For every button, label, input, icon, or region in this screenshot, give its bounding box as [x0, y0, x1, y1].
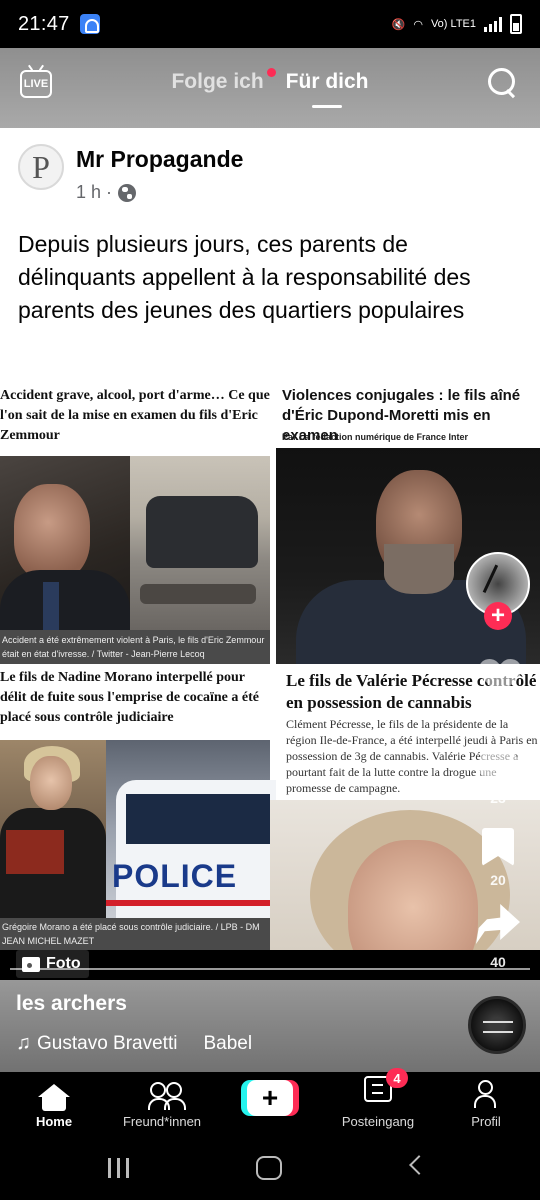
nav-friends-label: Freund*innen [122, 1114, 202, 1129]
system-home-icon[interactable] [256, 1156, 282, 1180]
nav-profile-label: Profil [471, 1114, 501, 1129]
byline-france-inter: Par La rédaction numérique de France Int… [282, 432, 469, 442]
music-note-icon: ♫ [16, 1032, 31, 1054]
post-meta: 1 h · [76, 182, 137, 203]
nav-home[interactable]: Home [0, 1080, 108, 1129]
signal-icon [484, 16, 502, 32]
headline-morano: Le fils de Nadine Morano interpellé pour… [0, 670, 259, 725]
photo-zemmour [0, 456, 130, 630]
plus-icon: + [247, 1080, 293, 1116]
author-name[interactable]: les archers [16, 992, 127, 1016]
nav-profile[interactable]: Profil [432, 1080, 540, 1129]
save-count: 20 [490, 872, 506, 888]
nav-inbox[interactable]: Posteingang [324, 1080, 432, 1129]
nav-inbox-label: Posteingang [341, 1114, 415, 1129]
photo-morano [0, 740, 106, 918]
feed-tabs: Folge ich Für dich [0, 68, 540, 108]
comment-count: 23 [490, 790, 506, 806]
photo-chip-label: Foto [46, 955, 81, 972]
status-time: 21:47 [18, 12, 70, 35]
news-collage: Accident grave, alcool, port d'arme… Ce … [0, 376, 540, 950]
caption-zemmour: Accident a été extrêmement violent à Par… [0, 630, 270, 664]
mute-icon: 🔇 [391, 18, 406, 31]
tab-for-you[interactable]: Für dich [286, 70, 369, 108]
music-title: Babel [203, 1032, 253, 1054]
post-card: P Mr Propagande 1 h · Depuis plusieurs j… [0, 128, 540, 376]
heart-icon[interactable] [480, 660, 520, 696]
photo-car-accident [130, 456, 270, 630]
search-icon[interactable] [488, 68, 518, 98]
page-name: Mr Propagande [76, 146, 244, 172]
police-text: POLICE [112, 858, 238, 894]
post-time: 1 h · [76, 182, 113, 202]
tab-following[interactable]: Folge ich [171, 68, 276, 94]
nav-home-label: Home [35, 1114, 73, 1129]
network-label: Vo) LTE1 [430, 18, 476, 30]
post-text: Depuis plusieurs jours, ces parents de d… [18, 231, 471, 323]
caption-morano: Grégoire Morano a été placé sous contrôl… [0, 918, 270, 950]
notification-app-icon [79, 14, 100, 34]
recents-icon[interactable] [108, 1158, 132, 1178]
status-icons: 🔇 ◠ Vo) LTE1 [392, 14, 522, 34]
create-button[interactable]: + [241, 1080, 299, 1116]
photo-progress-line [10, 968, 530, 970]
bottom-nav: Home Freund*innen + 4 Posteingang Profil [0, 1068, 540, 1134]
wifi-icon: ◠ [413, 18, 423, 31]
page-avatar: P [18, 144, 64, 190]
music-artist: Gustavo Bravetti [37, 1032, 178, 1054]
music-disc-icon[interactable] [468, 996, 526, 1054]
comment-icon[interactable] [478, 748, 520, 784]
photo-police-car: POLICE [106, 740, 276, 918]
friends-icon [148, 1082, 182, 1110]
home-icon [38, 1084, 70, 1111]
globe-icon [118, 183, 137, 202]
new-content-dot [266, 68, 276, 77]
battery-icon [510, 14, 522, 34]
avatar-letter: P [32, 148, 50, 185]
headline-zemmour: Accident grave, alcool, port d'arme… Ce … [0, 388, 270, 443]
follow-plus-icon[interactable]: + [484, 602, 512, 630]
photo-chip[interactable]: Foto [16, 950, 89, 978]
system-nav-bar [0, 1134, 540, 1200]
tab-following-label: Folge ich [171, 70, 264, 93]
nav-friends[interactable]: Freund*innen [108, 1080, 216, 1129]
feed-header: LIVE Folge ich Für dich [0, 48, 540, 128]
status-bar: 21:47 🔇 ◠ Vo) LTE1 [0, 0, 540, 48]
back-icon[interactable] [409, 1155, 429, 1175]
like-count: 116 [486, 706, 510, 722]
music-info[interactable]: ♫ Gustavo Bravetti Babel [16, 1032, 252, 1055]
